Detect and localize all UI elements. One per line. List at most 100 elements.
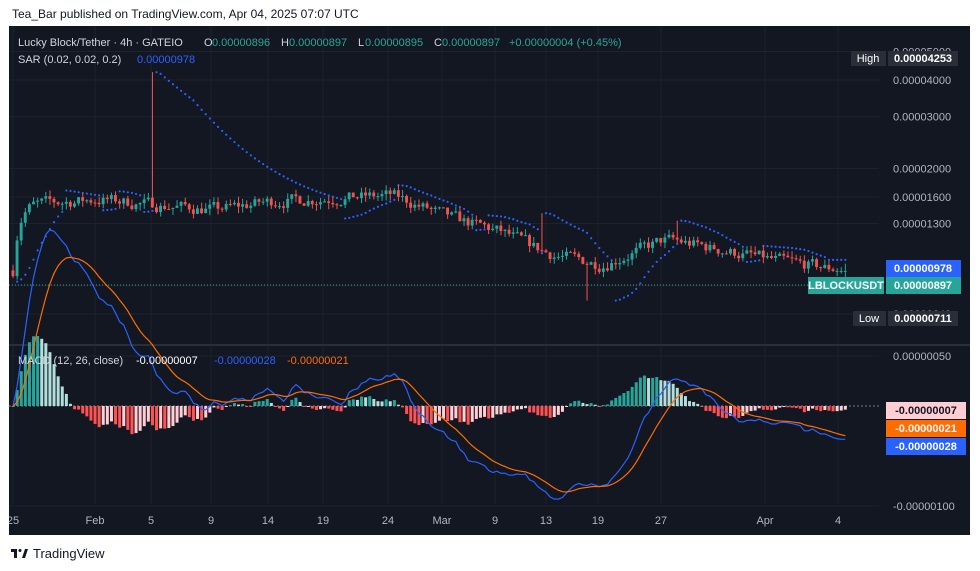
sar-dot [540, 252, 544, 255]
sar-dot [557, 216, 560, 220]
sar-dot [520, 220, 523, 224]
candle-body [36, 200, 39, 202]
macd-hist-bar [597, 406, 601, 407]
candle-body [478, 219, 482, 223]
sar-dot [778, 245, 781, 249]
sar-dot [298, 183, 302, 186]
macd-hist-bar [483, 406, 487, 417]
sar-dot [659, 257, 662, 260]
macd-hist-bar [392, 400, 396, 406]
sar-dot [680, 219, 683, 222]
macd-hist-bar [73, 406, 77, 410]
macd-hist-bar [524, 406, 528, 409]
candle-body [183, 202, 187, 205]
sar-dot [278, 173, 281, 176]
sar-dot [643, 275, 646, 279]
candle-body [134, 204, 138, 210]
candle-body [843, 270, 847, 272]
candle-body [405, 195, 408, 203]
candle-body [601, 268, 605, 272]
macd-hist-bar [126, 406, 130, 430]
macd-hist-bar [692, 401, 696, 406]
sar-dot [212, 121, 216, 124]
candle-body [675, 237, 679, 240]
candle-body [396, 190, 400, 197]
candle-body [540, 250, 544, 252]
sar-dot [700, 225, 703, 228]
candle-body [73, 203, 76, 207]
candle-body [60, 203, 64, 205]
macd-hist-bar [454, 406, 458, 419]
candle-body [700, 242, 704, 244]
time-tick-label: Apr [756, 515, 773, 527]
sar-dot [77, 191, 80, 194]
candle-body [401, 195, 404, 197]
macd-hist-bar [191, 406, 195, 421]
macd-hist-bar [216, 406, 220, 409]
sar-dot [266, 165, 269, 168]
chart-frame[interactable]: Lucky Block/Tether · 4h · GATEIO O 0.000… [9, 26, 970, 535]
candle-body [466, 218, 470, 226]
high-badge-value: 0.00004253 [894, 53, 952, 65]
sar-dot [175, 86, 179, 89]
candle-body [470, 219, 474, 226]
macd-hist-bar [507, 406, 511, 413]
sar-dot [815, 253, 818, 256]
tradingview-footer[interactable]: TradingView [10, 544, 105, 562]
sar-dot [667, 250, 671, 253]
sar-dot [114, 207, 117, 210]
candle-body [146, 197, 150, 200]
macd-hist-bar [458, 406, 462, 423]
time-axis[interactable]: 25 Feb 5 9 14 19 24 Mar 9 13 19 27 Apr 4 [9, 515, 841, 527]
sar-dot [491, 214, 494, 217]
sar-dot [524, 222, 527, 225]
sar-dot [454, 204, 457, 207]
high-badge-label: High [857, 53, 880, 65]
sar-dot [749, 260, 753, 263]
macd-hist-bar [704, 406, 708, 411]
sar-dot [319, 191, 322, 194]
sar-dot [323, 193, 326, 196]
time-tick-label: 19 [317, 515, 329, 527]
macd-hist-bar [323, 406, 327, 409]
candle-body [425, 203, 429, 208]
macd-hist-bar [835, 406, 839, 412]
macd-hist-bar [36, 336, 40, 406]
macd-hist-bar [290, 399, 294, 406]
sar-dot [85, 192, 88, 195]
macd-hist-bar [589, 403, 593, 406]
sar-dot [774, 245, 777, 248]
sar-dot [417, 189, 421, 193]
candle-body [454, 211, 458, 213]
candle-body [528, 235, 531, 247]
macd-hist-bar [360, 396, 364, 406]
candle-body [823, 264, 827, 269]
candle-body [671, 234, 675, 238]
candle-body [626, 259, 630, 261]
chart-svg[interactable]: Lucky Block/Tether · 4h · GATEIO O 0.000… [9, 26, 970, 535]
macd-hist-bar [237, 404, 241, 406]
sar-dot [737, 242, 740, 246]
candle-body [265, 198, 269, 202]
macd-hist-bar [757, 406, 761, 409]
candle-body [544, 250, 548, 253]
macd-hist-bar [273, 406, 277, 407]
sar-dot [327, 194, 330, 197]
macd-hist-bar [511, 406, 515, 412]
candle-body [142, 199, 146, 204]
macd-hist-bar [171, 406, 175, 427]
sar-dot [106, 208, 109, 212]
macd-hist-bar [376, 401, 380, 406]
macd-hist-bar [302, 406, 306, 407]
macd-hist-bar [778, 406, 782, 408]
legend-h: 0.00000897 [289, 37, 347, 49]
candle-body [109, 195, 113, 200]
macd-hist-bar [774, 406, 778, 410]
sar-dot [585, 231, 589, 234]
candle-body [761, 250, 765, 258]
macd-hist-bar [536, 406, 540, 416]
sar-dot [257, 160, 261, 163]
macd-histogram [11, 336, 847, 435]
sar-dot [409, 186, 412, 189]
time-tick-label: 27 [655, 515, 667, 527]
